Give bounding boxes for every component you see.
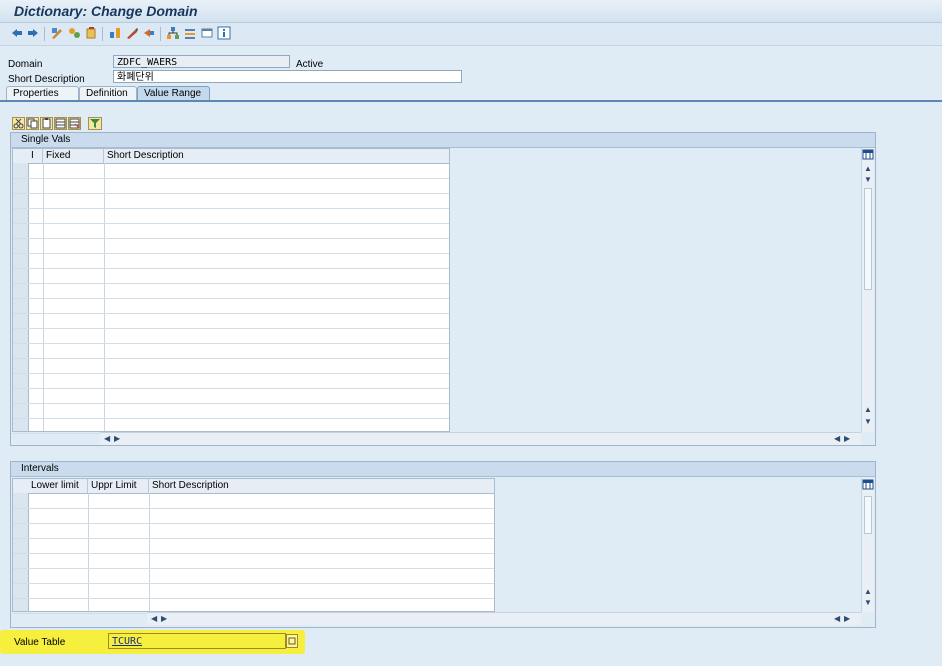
single-values-header: I Fixed Short Description — [13, 149, 449, 164]
check-icon[interactable] — [108, 26, 122, 40]
tab-properties-label: Properties — [13, 88, 59, 99]
scroll-up-icon[interactable]: ▲ — [864, 406, 872, 414]
window-title: Dictionary: Change Domain — [14, 3, 198, 19]
single-values-horizontal-scrollbar[interactable]: ◀ ▶ ◀ ▶ — [100, 432, 861, 445]
column-header-short-description[interactable]: Short Description — [104, 149, 449, 163]
table-row — [13, 388, 449, 389]
scroll-right-icon[interactable]: ▶ — [114, 435, 120, 443]
scroll-up-icon[interactable]: ▲ — [864, 588, 872, 596]
table-row — [13, 538, 494, 539]
table-row — [13, 568, 494, 569]
tab-value-range-label: Value Range — [144, 88, 202, 99]
column-header-i[interactable]: I — [28, 149, 43, 163]
column-header-fixed[interactable]: Fixed — [43, 149, 104, 163]
display-change-icon[interactable] — [50, 26, 64, 40]
table-row — [13, 523, 494, 524]
paste-icon[interactable] — [40, 117, 53, 130]
table-row — [13, 283, 449, 284]
info-icon[interactable] — [217, 26, 231, 40]
scroll-left-icon[interactable]: ◀ — [151, 615, 157, 623]
short-description-label: Short Description — [8, 74, 85, 85]
search-help-icon[interactable] — [286, 634, 298, 648]
table-row — [13, 418, 449, 419]
column-header-short-description[interactable]: Short Description — [149, 479, 494, 493]
tab-divider — [0, 100, 942, 102]
table-row — [13, 583, 494, 584]
table-row — [13, 208, 449, 209]
scroll-thumb[interactable] — [864, 188, 872, 290]
table-row — [13, 313, 449, 314]
table-row — [13, 358, 449, 359]
title-bar: Dictionary: Change Domain — [0, 0, 942, 23]
table-row — [13, 268, 449, 269]
domain-field[interactable]: ZDFC_WAERS — [113, 55, 290, 68]
table-row — [13, 328, 449, 329]
scroll-right-icon[interactable]: ▶ — [844, 435, 850, 443]
column-settings-icon[interactable] — [862, 149, 874, 160]
short-description-field[interactable]: 화폐단위 — [113, 70, 462, 83]
tab-definition-label: Definition — [86, 88, 128, 99]
table-row — [13, 403, 449, 404]
documentation-icon[interactable] — [183, 26, 197, 40]
value-table-label: Value Table — [14, 637, 66, 648]
hierarchy-icon[interactable] — [166, 26, 180, 40]
tab-value-range[interactable]: Value Range — [137, 86, 210, 100]
scroll-up-icon[interactable]: ▲ — [864, 165, 872, 173]
table-row — [13, 238, 449, 239]
display-object-list-icon[interactable] — [200, 26, 214, 40]
intervals-title: Intervals — [11, 462, 875, 477]
column-header-lower-limit[interactable]: Lower limit — [28, 479, 88, 493]
row-selector-column[interactable] — [13, 163, 29, 431]
intervals-panel: Intervals Lower limit Uppr Limit Short D… — [10, 461, 876, 628]
filter-icon[interactable] — [88, 117, 102, 130]
column-header-upper-limit[interactable]: Uppr Limit — [88, 479, 149, 493]
tab-properties[interactable]: Properties — [6, 86, 79, 100]
copy-icon[interactable] — [26, 117, 39, 130]
scroll-right-icon[interactable]: ▶ — [844, 615, 850, 623]
scroll-left-icon[interactable]: ◀ — [834, 615, 840, 623]
value-table-field[interactable]: TCURC — [108, 633, 286, 649]
scroll-left-icon[interactable]: ◀ — [104, 435, 110, 443]
intervals-grid: Lower limit Uppr Limit Short Description — [12, 478, 495, 614]
activate-icon[interactable] — [84, 26, 98, 40]
scroll-down-icon[interactable]: ▼ — [864, 599, 872, 607]
intervals-horizontal-scrollbar[interactable]: ◀ ▶ ◀ ▶ — [147, 612, 861, 625]
single-values-grid: I Fixed Short Description — [12, 148, 450, 434]
tab-definition[interactable]: Definition — [79, 86, 137, 100]
intervals-header: Lower limit Uppr Limit Short Description — [13, 479, 494, 494]
single-values-title: Single Vals — [11, 133, 875, 148]
back-icon[interactable] — [10, 26, 24, 40]
table-row — [13, 223, 449, 224]
single-values-vertical-scrollbar[interactable]: ▲ ▼ ▲ ▼ — [861, 148, 874, 432]
forward-icon[interactable] — [26, 26, 40, 40]
intervals-vertical-scrollbar[interactable]: ▲ ▼ — [861, 478, 874, 612]
table-row — [13, 553, 494, 554]
table-row — [13, 343, 449, 344]
insert-row-icon[interactable] — [54, 117, 67, 130]
edit-icon[interactable] — [125, 26, 139, 40]
scroll-left-icon[interactable]: ◀ — [834, 435, 840, 443]
scroll-down-icon[interactable]: ▼ — [864, 176, 872, 184]
other-object-icon[interactable] — [67, 26, 81, 40]
row-selector-column[interactable] — [13, 493, 29, 611]
column-settings-icon[interactable] — [862, 479, 874, 490]
delete-row-icon[interactable] — [68, 117, 81, 130]
status-text: Active — [296, 59, 324, 70]
table-row — [13, 373, 449, 374]
single-values-panel: Single Vals I Fixed Short Description ◀ … — [10, 132, 876, 446]
table-row — [13, 253, 449, 254]
scroll-thumb[interactable] — [864, 496, 872, 534]
table-row — [13, 193, 449, 194]
domain-label: Domain — [8, 59, 43, 70]
table-row — [13, 298, 449, 299]
application-toolbar — [0, 23, 942, 46]
scroll-right-icon[interactable]: ▶ — [161, 615, 167, 623]
table-row — [13, 178, 449, 179]
table-row — [13, 508, 494, 509]
scroll-down-icon[interactable]: ▼ — [864, 418, 872, 426]
navigate-icon[interactable] — [142, 26, 156, 40]
table-row — [13, 598, 494, 599]
cut-icon[interactable] — [12, 117, 25, 130]
